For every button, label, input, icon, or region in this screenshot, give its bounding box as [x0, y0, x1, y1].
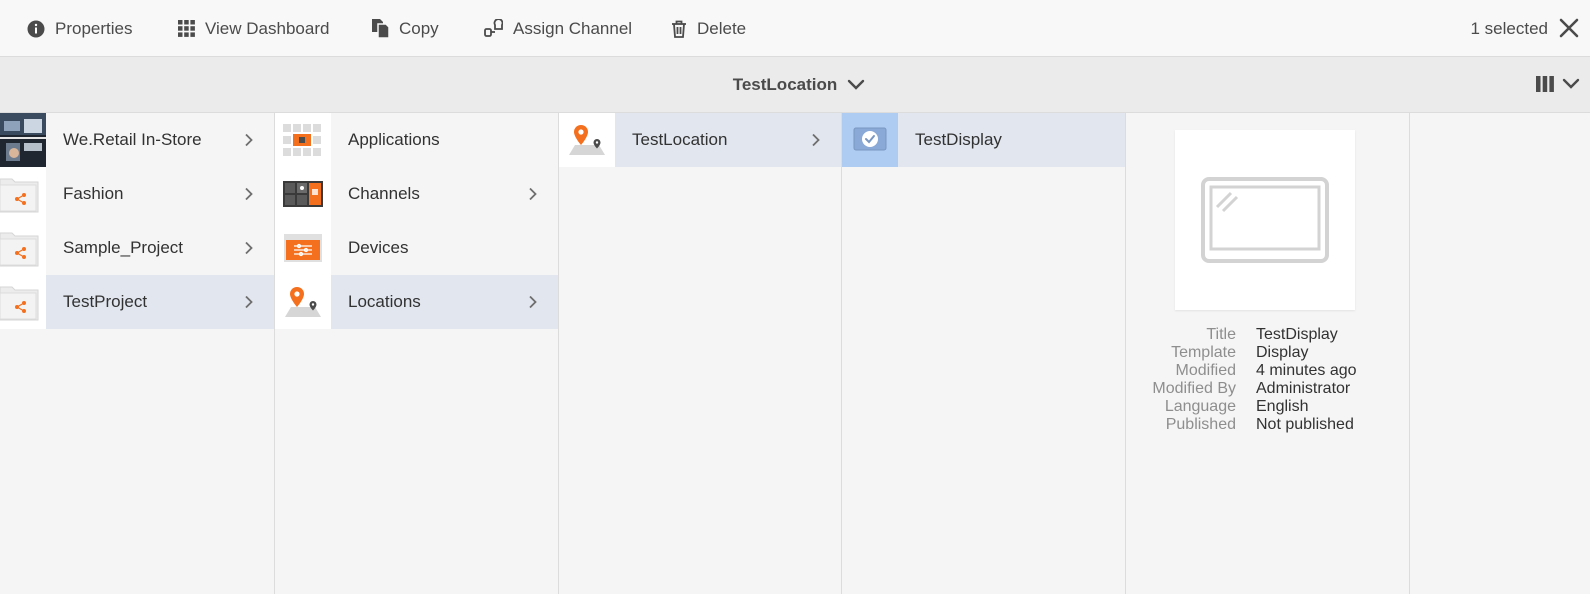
photo-thumbnail: [0, 113, 46, 167]
copy-icon: [372, 19, 389, 38]
properties-label: Properties: [55, 18, 133, 38]
list-item-we-retail[interactable]: We.Retail In-Store: [0, 113, 274, 167]
column-4: TestDisplay: [842, 113, 1126, 594]
meta-key: Modified: [1175, 362, 1236, 379]
list-item-locations[interactable]: Locations: [275, 275, 558, 329]
properties-button[interactable]: Properties: [27, 0, 132, 57]
meta-value: TestDisplay: [1256, 326, 1338, 343]
list-item-testdisplay[interactable]: TestDisplay: [842, 113, 1125, 167]
meta-modified-row: Modified 4 minutes ago: [1125, 362, 1395, 380]
meta-language-row: Language English: [1125, 398, 1395, 416]
assign-channel-icon: [484, 19, 503, 37]
list-item-sample-project[interactable]: Sample_Project: [0, 221, 274, 275]
list-item-label: Devices: [348, 238, 409, 257]
list-item-channels[interactable]: Channels: [275, 167, 558, 221]
title-bar: TestLocation: [0, 57, 1590, 113]
applications-icon: [275, 113, 331, 167]
column-2: Applications Channels Devices Locations: [275, 113, 559, 594]
copy-label: Copy: [399, 18, 439, 38]
list-item-label: TestLocation: [632, 130, 728, 149]
grid-icon: [178, 20, 195, 37]
meta-key: Title: [1206, 326, 1236, 343]
list-item-label: TestDisplay: [915, 130, 1002, 149]
list-item-label: We.Retail In-Store: [63, 130, 202, 149]
view-dashboard-button[interactable]: View Dashboard: [178, 0, 329, 57]
list-item-label: Applications: [348, 130, 440, 149]
column-3: TestLocation: [559, 113, 842, 594]
chevron-right-icon: [245, 187, 253, 201]
assign-channel-label: Assign Channel: [513, 18, 633, 38]
list-item-label: Channels: [348, 184, 420, 203]
list-item-devices[interactable]: Devices: [275, 221, 558, 275]
selection-count: 1 selected: [1470, 18, 1549, 38]
project-folder-icon: [0, 167, 46, 221]
chevron-right-icon: [529, 187, 537, 201]
chevron-down-icon: [1562, 78, 1580, 89]
list-item-label: TestProject: [63, 292, 148, 311]
location-title-dropdown[interactable]: TestLocation: [0, 57, 1590, 113]
delete-label: Delete: [697, 18, 747, 38]
action-bar: Properties View Dashboard Copy Assign Ch…: [0, 0, 1590, 57]
meta-key: Language: [1164, 398, 1236, 415]
project-folder-icon: [0, 275, 46, 329]
list-item-label: Locations: [348, 292, 421, 311]
display-checked-icon: [842, 113, 898, 167]
preview-thumbnail: [1175, 130, 1355, 310]
meta-title-row: Title TestDisplay: [1125, 326, 1395, 344]
meta-key: Published: [1165, 416, 1236, 433]
devices-icon: [275, 221, 331, 275]
assign-channel-button[interactable]: Assign Channel: [484, 0, 632, 57]
meta-modified-by-row: Modified By Administrator: [1125, 380, 1395, 398]
meta-value: Administrator: [1256, 380, 1351, 397]
display-placeholder-icon: [1201, 177, 1329, 263]
chevron-right-icon: [245, 133, 253, 147]
chevron-right-icon: [245, 241, 253, 255]
chevron-right-icon: [529, 295, 537, 309]
list-item-label: Fashion: [63, 184, 124, 203]
chevron-right-icon: [245, 295, 253, 309]
view-dashboard-label: View Dashboard: [205, 18, 330, 38]
list-item-label: Sample_Project: [63, 238, 184, 257]
meta-key: Template: [1171, 344, 1236, 361]
page-title: TestLocation: [732, 75, 838, 94]
trash-icon: [672, 20, 686, 38]
copy-button[interactable]: Copy: [372, 0, 439, 57]
channels-icon: [275, 167, 331, 221]
location-pin-icon: [275, 275, 331, 329]
view-switcher[interactable]: [1536, 75, 1580, 93]
list-item-fashion[interactable]: Fashion: [0, 167, 274, 221]
meta-value: English: [1256, 398, 1309, 415]
chevron-down-icon: [848, 79, 865, 90]
meta-template-row: Template Display: [1125, 344, 1395, 362]
meta-value: Display: [1256, 344, 1309, 361]
close-icon[interactable]: [1558, 17, 1580, 39]
chevron-right-icon: [812, 133, 820, 147]
project-folder-icon: [0, 221, 46, 275]
location-pin-icon: [559, 113, 615, 167]
column-1: We.Retail In-Store Fashion Sample_Projec…: [0, 113, 275, 594]
list-item-applications[interactable]: Applications: [275, 113, 558, 167]
meta-value: Not published: [1256, 416, 1354, 433]
info-icon: [27, 20, 45, 37]
delete-button[interactable]: Delete: [671, 0, 746, 57]
meta-key: Modified By: [1152, 380, 1236, 397]
column-view-icon: [1536, 76, 1554, 92]
list-item-testproject[interactable]: TestProject: [0, 275, 274, 329]
list-item-testlocation[interactable]: TestLocation: [559, 113, 841, 167]
meta-value: 4 minutes ago: [1256, 362, 1357, 379]
meta-published-row: Published Not published: [1125, 416, 1395, 434]
preview-metadata: Title TestDisplay Template Display Modif…: [1125, 326, 1395, 434]
